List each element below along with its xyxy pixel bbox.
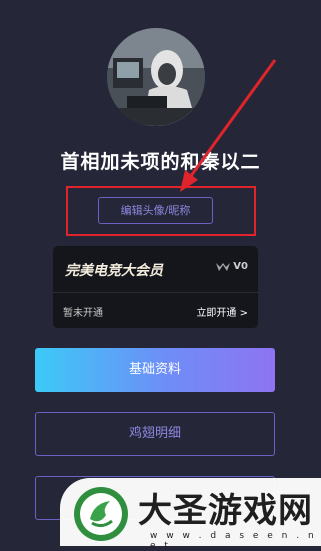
vip-title: 完美电竞大会员: [65, 263, 163, 279]
vip-card[interactable]: 完美电竞大会员 V0 暂未开通 立即开通 >: [53, 246, 258, 328]
wings-detail-button[interactable]: 鸡翅明细: [35, 412, 275, 456]
watermark-title: 大圣游戏网: [138, 491, 313, 531]
vip-level-label: V0: [233, 261, 248, 272]
vip-divider: [53, 292, 258, 293]
avatar-image: [107, 28, 205, 126]
basic-info-button[interactable]: 基础资料: [35, 348, 275, 392]
edit-avatar-nickname-button[interactable]: 编辑头像/昵称: [98, 197, 213, 224]
vip-status: 暂未开通: [63, 308, 103, 319]
watermark-url: w w w . d a s e e n . n e t: [150, 531, 317, 551]
vip-crown-icon: [216, 262, 231, 271]
vip-level-badge: V0: [215, 261, 248, 272]
watermark: 大圣游戏网 w w w . d a s e e n . n e t: [60, 478, 321, 551]
nickname: 首相加未项的和秦以二: [60, 151, 261, 173]
avatar[interactable]: [107, 28, 205, 126]
vip-open-link[interactable]: 立即开通 >: [196, 304, 248, 319]
watermark-logo-icon: [74, 487, 128, 541]
